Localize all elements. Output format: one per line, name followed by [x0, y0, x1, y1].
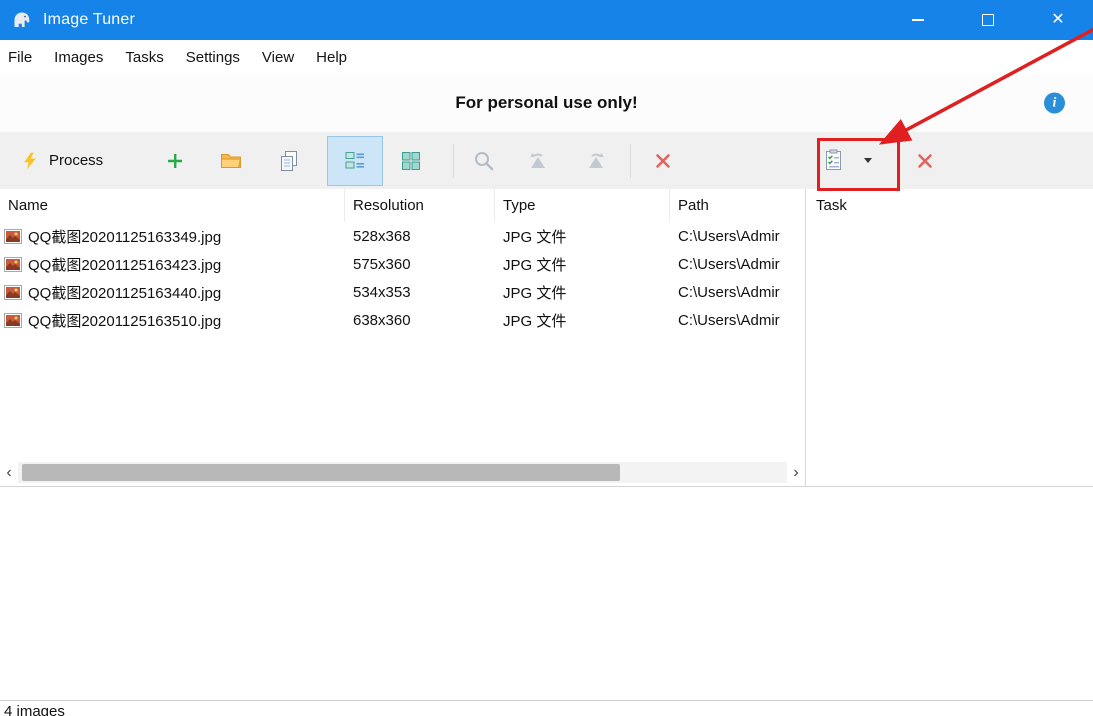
file-row[interactable]: QQ截图20201125163349.jpg 528x368 JPG 文件 C:…	[0, 222, 805, 250]
image-thumbnail-icon	[4, 285, 22, 300]
task-button-group	[811, 138, 881, 184]
file-resolution: 575x360	[345, 256, 495, 273]
chevron-down-icon	[864, 158, 872, 163]
details-view-button[interactable]	[327, 136, 383, 186]
task-panel-header: Task	[806, 189, 1093, 214]
app-elephant-icon	[10, 8, 34, 32]
file-name-cell: QQ截图20201125163423.jpg	[0, 254, 345, 275]
file-type: JPG 文件	[495, 282, 670, 303]
menu-view[interactable]: View	[251, 40, 305, 74]
file-path: C:\Users\Admir	[670, 312, 805, 329]
scroll-left-button[interactable]: ‹	[0, 462, 18, 483]
process-button-label: Process	[49, 152, 103, 169]
file-row[interactable]: QQ截图20201125163440.jpg 534x353 JPG 文件 C:…	[0, 278, 805, 306]
file-name: QQ截图20201125163510.jpg	[28, 310, 221, 331]
maximize-button[interactable]	[953, 0, 1023, 40]
file-name-cell: QQ截图20201125163510.jpg	[0, 310, 345, 331]
task-list-icon	[822, 149, 844, 173]
view-toggle-group	[327, 136, 439, 186]
license-banner: For personal use only! i	[0, 74, 1093, 132]
horizontal-scrollbar: ‹ ›	[0, 462, 805, 483]
paste-copy-button[interactable]	[267, 138, 311, 184]
column-header-type[interactable]: Type	[495, 189, 670, 222]
scrollbar-track[interactable]	[18, 462, 787, 483]
file-list-header: Name Resolution Type Path	[0, 189, 805, 222]
toolbar-separator	[453, 144, 454, 178]
titlebar: Image Tuner ✕	[0, 0, 1093, 40]
column-header-resolution[interactable]: Resolution	[345, 189, 495, 222]
file-name: QQ截图20201125163423.jpg	[28, 254, 221, 275]
process-button[interactable]: Process	[8, 138, 119, 184]
file-path: C:\Users\Admir	[670, 256, 805, 273]
menu-images[interactable]: Images	[43, 40, 114, 74]
toolbar-separator	[630, 144, 631, 178]
info-icon[interactable]: i	[1044, 93, 1065, 114]
minimize-icon	[912, 19, 924, 21]
rotate-left-button[interactable]	[516, 138, 560, 184]
toolbar: Process	[0, 132, 1093, 189]
task-panel: Task	[806, 189, 1093, 486]
file-type: JPG 文件	[495, 226, 670, 247]
thumbnails-view-icon	[400, 150, 422, 172]
image-thumbnail-icon	[4, 257, 22, 272]
rotate-right-icon	[585, 151, 607, 171]
menu-settings[interactable]: Settings	[175, 40, 251, 74]
image-count-status: 4 images	[4, 703, 65, 716]
copy-icon	[279, 150, 299, 172]
delete-x-icon	[915, 151, 935, 171]
file-resolution: 528x368	[345, 228, 495, 245]
column-header-name[interactable]: Name	[0, 189, 345, 222]
image-thumbnail-icon	[4, 229, 22, 244]
remove-images-button[interactable]	[641, 138, 685, 184]
menu-file[interactable]: File	[0, 40, 43, 74]
rotate-right-button[interactable]	[574, 138, 618, 184]
file-name-cell: QQ截图20201125163440.jpg	[0, 282, 345, 303]
file-resolution: 534x353	[345, 284, 495, 301]
scrollbar-thumb[interactable]	[22, 464, 620, 481]
remove-task-button[interactable]	[903, 138, 947, 184]
file-path: C:\Users\Admir	[670, 228, 805, 245]
file-row[interactable]: QQ截图20201125163423.jpg 575x360 JPG 文件 C:…	[0, 250, 805, 278]
menu-help[interactable]: Help	[305, 40, 358, 74]
lightning-icon	[20, 151, 40, 171]
window-controls: ✕	[883, 0, 1093, 40]
file-type: JPG 文件	[495, 254, 670, 275]
thumbnails-view-button[interactable]	[383, 136, 439, 186]
file-path: C:\Users\Admir	[670, 284, 805, 301]
minimize-button[interactable]	[883, 0, 953, 40]
file-resolution: 638x360	[345, 312, 495, 329]
file-name: QQ截图20201125163440.jpg	[28, 282, 221, 303]
file-list-panel: Name Resolution Type Path QQ截图2020112516…	[0, 189, 806, 486]
magnifier-icon	[473, 150, 495, 172]
main-area: Name Resolution Type Path QQ截图2020112516…	[0, 189, 1093, 487]
add-folder-button[interactable]	[209, 138, 253, 184]
column-header-path[interactable]: Path	[670, 189, 805, 222]
rotate-left-icon	[527, 151, 549, 171]
preview-button[interactable]	[462, 138, 506, 184]
menu-tasks[interactable]: Tasks	[114, 40, 174, 74]
file-row[interactable]: QQ截图20201125163510.jpg 638x360 JPG 文件 C:…	[0, 306, 805, 334]
add-task-button[interactable]	[811, 138, 855, 184]
folder-icon	[220, 151, 242, 171]
file-type: JPG 文件	[495, 310, 670, 331]
close-button[interactable]: ✕	[1023, 0, 1093, 40]
maximize-icon	[982, 14, 994, 26]
details-view-icon	[344, 150, 366, 172]
file-name: QQ截图20201125163349.jpg	[28, 226, 221, 247]
file-name-cell: QQ截图20201125163349.jpg	[0, 226, 345, 247]
delete-x-icon	[653, 151, 673, 171]
menubar: File Images Tasks Settings View Help	[0, 40, 1093, 74]
license-banner-text: For personal use only!	[455, 93, 637, 113]
plus-icon	[165, 151, 185, 171]
add-images-button[interactable]	[153, 138, 197, 184]
scroll-right-button[interactable]: ›	[787, 462, 805, 483]
image-thumbnail-icon	[4, 313, 22, 328]
task-dropdown-button[interactable]	[855, 138, 881, 184]
window-title: Image Tuner	[43, 11, 135, 29]
statusbar: 4 images	[0, 700, 1093, 716]
close-icon: ✕	[1051, 12, 1064, 28]
